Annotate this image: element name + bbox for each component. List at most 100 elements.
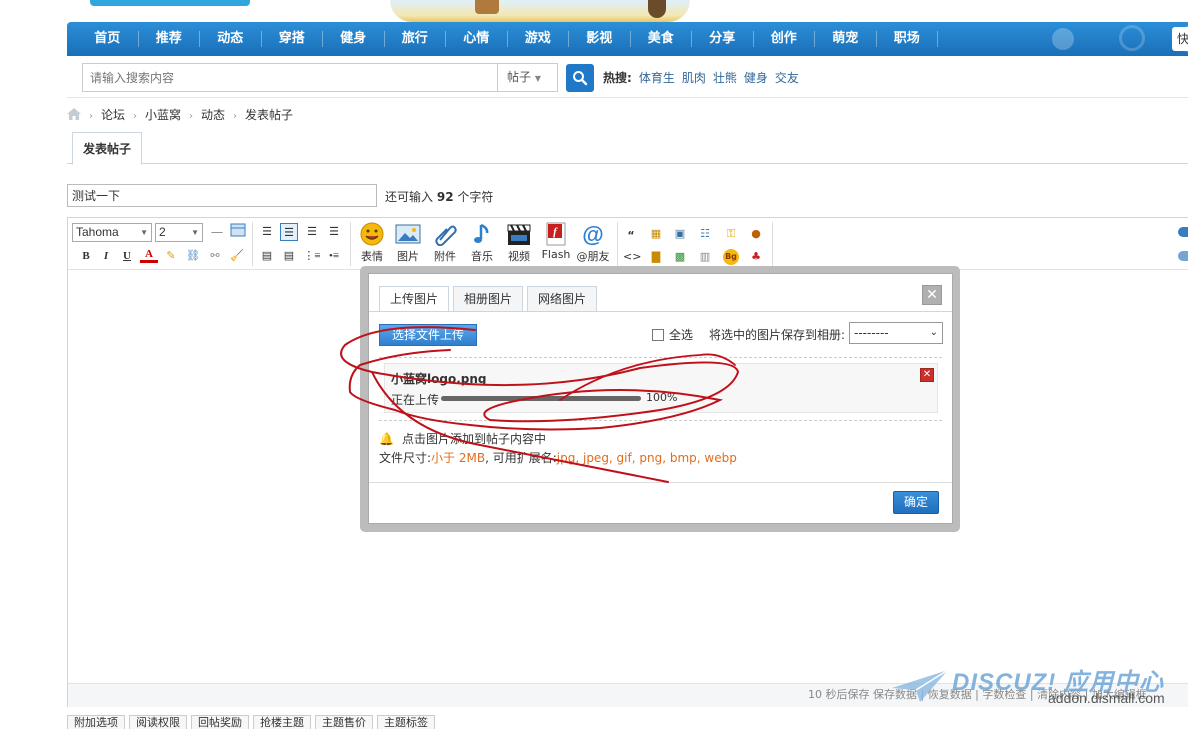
font-size-select[interactable]: 2 ▼: [155, 223, 203, 242]
nav-item[interactable]: 旅行: [385, 31, 446, 47]
select-all-checkbox[interactable]: 全选: [652, 326, 693, 343]
align-justify-icon[interactable]: ☰: [325, 223, 343, 241]
at-icon: @: [582, 222, 603, 246]
code-icon[interactable]: <>: [623, 249, 641, 265]
extra-option-tab[interactable]: 附加选项: [67, 715, 125, 729]
qq-icon[interactable]: ♣: [748, 249, 764, 265]
align-left-icon[interactable]: ☰: [258, 223, 276, 241]
font-family-select[interactable]: Tahoma ▼: [72, 223, 152, 242]
search-input[interactable]: [82, 63, 497, 92]
checkbox-icon[interactable]: [652, 328, 664, 341]
delete-file-icon[interactable]: ✕: [920, 368, 934, 382]
quote-icon[interactable]: “: [623, 228, 639, 244]
free-content-icon[interactable]: ▩: [672, 249, 688, 265]
breadcrumb-item[interactable]: 动态: [201, 108, 225, 122]
unlink-icon[interactable]: ⚯: [206, 247, 224, 265]
toolbar-divider: [350, 222, 351, 266]
video-button[interactable]: 视频: [502, 222, 536, 264]
background-color-icon[interactable]: ✎: [162, 247, 180, 265]
background-music-icon[interactable]: Bg: [723, 249, 739, 265]
image-button[interactable]: 图片: [391, 222, 425, 264]
bold-icon[interactable]: B: [77, 247, 95, 265]
breadcrumb-item[interactable]: 小蓝窝: [145, 108, 181, 122]
ordered-list-icon[interactable]: ⋮≡: [303, 247, 321, 265]
emoji-button[interactable]: 表情: [355, 222, 389, 264]
search-type-select[interactable]: 帖子 ▼: [497, 63, 558, 92]
link-icon[interactable]: ⛓: [184, 247, 202, 265]
header-banner: [0, 0, 1188, 22]
post-title-input[interactable]: [67, 184, 377, 207]
editor-toolbar: Tahoma ▼ 2 ▼ — B I U A ✎ ⛓ ⚯ 🧹 ☰ ☰ ☰ ☰ ▤ ▤…: [68, 218, 1188, 270]
list-icon[interactable]: ☷: [697, 226, 713, 242]
nav-item[interactable]: 游戏: [508, 31, 569, 47]
select-file-upload-button[interactable]: 选择文件上传: [379, 324, 477, 346]
quick-nav-button[interactable]: 快: [1172, 27, 1188, 51]
key-icon[interactable]: ⚿: [723, 226, 739, 242]
lock-icon[interactable]: ▦: [648, 226, 664, 242]
nav-item[interactable]: 分享: [692, 31, 754, 47]
music-button[interactable]: 音乐: [465, 222, 499, 264]
clear-format-icon[interactable]: 🧹: [228, 247, 246, 265]
page-break-icon[interactable]: ▥: [697, 249, 713, 265]
flash-button[interactable]: f Flash: [539, 222, 573, 261]
table-icon[interactable]: [229, 223, 247, 241]
tab-post[interactable]: 发表帖子: [72, 132, 142, 165]
home-icon[interactable]: [67, 108, 81, 120]
float-left-icon[interactable]: ▤: [258, 247, 276, 265]
tab-web-image[interactable]: 网络图片: [527, 286, 598, 312]
nav-item[interactable]: 心情: [446, 31, 508, 47]
nav-item[interactable]: 动态: [200, 31, 262, 47]
tab-album-image[interactable]: 相册图片: [453, 286, 524, 312]
main-nav: 首页 推荐 动态 穿搭 健身 旅行 心情 游戏 影视 美食 分享 创作 萌宠 职场 快: [67, 22, 1188, 56]
confirm-button[interactable]: 确定: [893, 491, 939, 514]
site-logo[interactable]: [90, 0, 250, 6]
tab-upload-image[interactable]: 上传图片: [379, 286, 450, 312]
dashed-divider: [379, 357, 942, 358]
globe-icon[interactable]: ●: [748, 226, 764, 242]
hot-keyword-link[interactable]: 交友: [775, 71, 799, 85]
hide-content-icon[interactable]: ▇: [648, 249, 664, 265]
nav-item[interactable]: 创作: [754, 31, 815, 47]
upload-file-item[interactable]: 小蓝窝logo.png 正在上传 100% ✕: [384, 363, 938, 413]
nav-item[interactable]: 首页: [77, 31, 139, 47]
align-center-icon[interactable]: ☰: [280, 223, 298, 241]
fullscreen-icon[interactable]: [1178, 251, 1188, 261]
mention-button[interactable]: @ @朋友: [576, 222, 610, 264]
source-mode-icon[interactable]: [1178, 227, 1188, 237]
nav-item[interactable]: 影视: [569, 31, 631, 47]
nav-item[interactable]: 萌宠: [815, 31, 877, 47]
search-button[interactable]: [566, 64, 594, 92]
hot-keyword-link[interactable]: 肌肉: [682, 71, 706, 85]
nav-decoration: [1052, 28, 1074, 50]
hot-keyword-link[interactable]: 壮熊: [713, 71, 737, 85]
flash-label: Flash: [541, 248, 571, 261]
italic-icon[interactable]: I: [97, 247, 115, 265]
nav-decoration: [1119, 25, 1145, 51]
album-select[interactable]: -------- ⌄: [849, 322, 943, 344]
align-right-icon[interactable]: ☰: [303, 223, 321, 241]
unordered-list-icon[interactable]: •≡: [325, 247, 343, 265]
hot-keyword-link[interactable]: 健身: [744, 71, 768, 85]
horizontal-rule-icon[interactable]: —: [208, 223, 226, 241]
chevron-down-icon: ▼: [191, 228, 199, 237]
nav-item[interactable]: 职场: [877, 31, 938, 47]
extra-option-tab[interactable]: 回帖奖励: [191, 715, 249, 729]
underline-icon[interactable]: U: [118, 247, 136, 265]
hot-keyword-link[interactable]: 体育生: [639, 71, 675, 85]
breadcrumb-item[interactable]: 论坛: [101, 108, 125, 122]
extra-option-tab[interactable]: 抢楼主题: [253, 715, 311, 729]
editor-mode-switch[interactable]: [1178, 227, 1188, 261]
close-icon[interactable]: ✕: [922, 285, 942, 305]
extra-option-tab[interactable]: 阅读权限: [129, 715, 187, 729]
nav-item[interactable]: 推荐: [139, 31, 200, 47]
float-right-icon[interactable]: ▤: [280, 247, 298, 265]
extra-option-tab[interactable]: 主题标签: [377, 715, 435, 729]
attachment-button[interactable]: 附件: [428, 222, 462, 264]
font-color-icon[interactable]: A: [140, 247, 158, 263]
insert-tip: 🔔 点击图片添加到帖子内容中: [379, 430, 546, 447]
nav-item[interactable]: 美食: [631, 31, 692, 47]
nav-item[interactable]: 健身: [323, 31, 385, 47]
nav-item[interactable]: 穿搭: [262, 31, 323, 47]
extra-option-tab[interactable]: 主题售价: [315, 715, 373, 729]
note-icon[interactable]: ▣: [672, 226, 688, 242]
